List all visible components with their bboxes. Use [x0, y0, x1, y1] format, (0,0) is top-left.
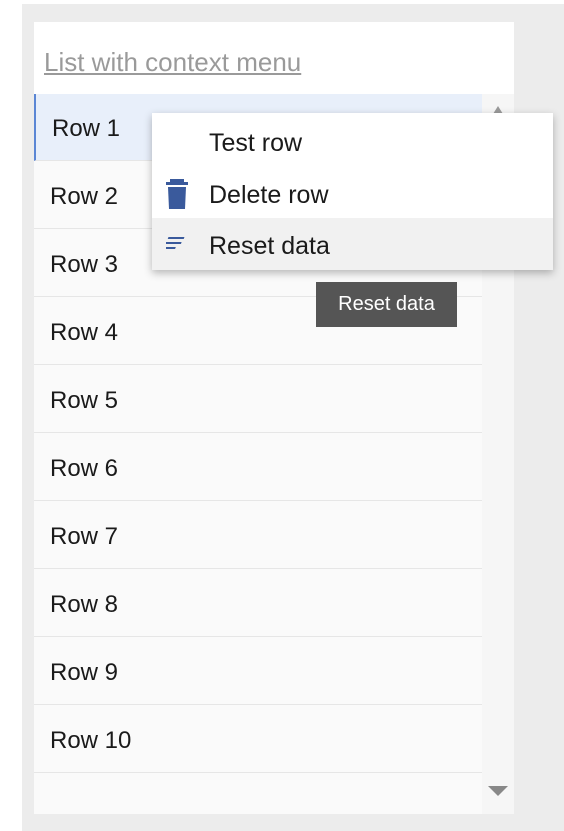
menu-item-delete-row[interactable]: Delete row [152, 167, 553, 219]
row-label: Row 8 [50, 591, 119, 618]
list-row-10[interactable]: Row 10 [34, 706, 482, 773]
list-row-9[interactable]: Row 9 [34, 638, 482, 705]
row-label: Row 1 [52, 115, 121, 142]
row-label: Row 3 [50, 251, 119, 278]
list-row-7[interactable]: Row 7 [34, 502, 482, 569]
lines-icon [162, 230, 192, 258]
list-row-5[interactable]: Row 5 [34, 366, 482, 433]
panel-title[interactable]: List with context menu [44, 47, 301, 78]
menu-item-reset-data[interactable]: Reset data [152, 218, 553, 270]
trash-icon [166, 179, 192, 209]
menu-item-test-row[interactable]: Test row [152, 115, 553, 167]
tooltip: Reset data [316, 282, 457, 327]
row-label: Row 5 [50, 387, 119, 414]
scroll-down-arrow-icon[interactable] [488, 786, 508, 796]
list-row-8[interactable]: Row 8 [34, 570, 482, 637]
row-label: Row 2 [50, 183, 119, 210]
menu-item-label: Test row [209, 129, 303, 157]
row-label: Row 10 [50, 727, 132, 754]
menu-item-label: Delete row [209, 181, 329, 209]
row-label: Row 9 [50, 659, 119, 686]
row-label: Row 6 [50, 455, 119, 482]
row-label: Row 4 [50, 319, 119, 346]
menu-item-label: Reset data [209, 232, 330, 260]
list-row-6[interactable]: Row 6 [34, 434, 482, 501]
context-menu: Test row Delete row Reset data [152, 113, 553, 270]
row-label: Row 7 [50, 523, 119, 550]
